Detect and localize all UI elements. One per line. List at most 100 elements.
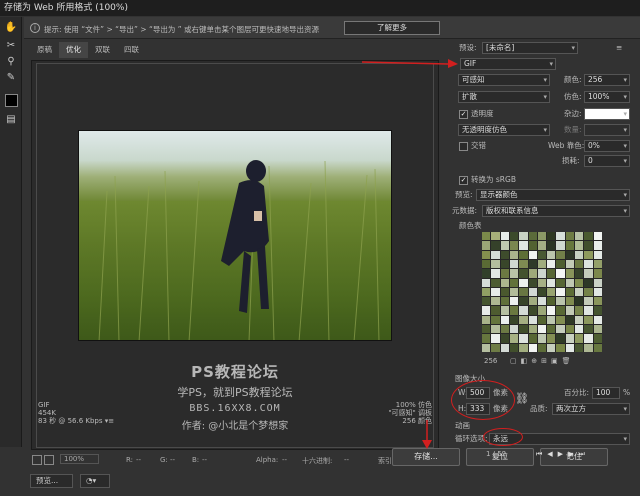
color-table-swatch[interactable] bbox=[500, 259, 509, 269]
color-table-swatch[interactable] bbox=[491, 325, 500, 334]
color-table-swatch[interactable] bbox=[500, 306, 509, 315]
color-table-swatch[interactable] bbox=[575, 287, 584, 297]
color-table-swatch[interactable] bbox=[519, 269, 528, 278]
color-table-swatch[interactable] bbox=[575, 232, 584, 241]
color-table-swatch[interactable] bbox=[575, 306, 584, 315]
color-table-swatch[interactable] bbox=[584, 269, 593, 278]
color-table-swatch[interactable] bbox=[482, 315, 491, 325]
zoom-tool-icon[interactable]: ⚲ bbox=[4, 55, 18, 69]
color-table-swatch[interactable] bbox=[509, 241, 519, 250]
color-table-swatch[interactable] bbox=[593, 259, 602, 269]
color-table-swatch[interactable] bbox=[528, 297, 537, 306]
color-table-swatch[interactable] bbox=[556, 287, 565, 297]
zoom-select[interactable]: 100% bbox=[60, 454, 100, 464]
color-table-swatch[interactable] bbox=[593, 315, 602, 325]
zoom-out-icon[interactable] bbox=[32, 455, 42, 465]
color-table-swatch[interactable] bbox=[528, 325, 537, 334]
preview-in-browser-button[interactable]: 预览... bbox=[30, 474, 74, 488]
color-table-swatch[interactable] bbox=[565, 259, 575, 269]
color-table-swatch[interactable] bbox=[509, 287, 519, 297]
color-table-swatch[interactable] bbox=[500, 232, 509, 241]
color-table-swatch[interactable] bbox=[500, 297, 509, 306]
color-table-swatch[interactable] bbox=[584, 287, 593, 297]
color-table-swatch[interactable] bbox=[482, 287, 491, 297]
color-table-swatch[interactable] bbox=[509, 269, 519, 278]
convert-srgb-checkbox[interactable]: ✓ bbox=[459, 176, 468, 185]
color-table-swatch[interactable] bbox=[593, 325, 602, 334]
color-table-swatch[interactable] bbox=[519, 287, 528, 297]
download-speed-menu-icon[interactable]: ▾≡ bbox=[105, 417, 114, 425]
color-table-swatch[interactable] bbox=[528, 306, 537, 315]
dither-algorithm-select[interactable]: 扩散 bbox=[458, 91, 550, 103]
color-table-swatch[interactable] bbox=[509, 343, 519, 352]
color-table-swatch[interactable] bbox=[547, 325, 556, 334]
tab-original[interactable]: 原稿 bbox=[30, 42, 59, 58]
color-table-swatch[interactable] bbox=[547, 287, 556, 297]
color-table-swatch[interactable] bbox=[491, 269, 500, 278]
color-table-swatch[interactable] bbox=[491, 287, 500, 297]
color-table-swatch[interactable] bbox=[519, 315, 528, 325]
color-table-swatch[interactable] bbox=[575, 334, 584, 343]
color-table-swatch[interactable] bbox=[500, 269, 509, 278]
color-table-swatch[interactable] bbox=[593, 269, 602, 278]
color-table-swatch[interactable] bbox=[528, 259, 537, 269]
color-table-swatch[interactable] bbox=[584, 343, 593, 352]
color-table-swatch[interactable] bbox=[537, 269, 547, 278]
color-table-swatch[interactable] bbox=[537, 241, 547, 250]
color-table-swatch[interactable] bbox=[482, 241, 491, 250]
format-select[interactable]: GIF bbox=[460, 58, 556, 70]
interlaced-checkbox[interactable] bbox=[459, 142, 468, 151]
color-table-swatch[interactable] bbox=[528, 241, 537, 250]
color-table-swatch[interactable] bbox=[575, 343, 584, 352]
color-table-swatch[interactable] bbox=[500, 278, 509, 287]
percent-input[interactable]: 100 bbox=[592, 387, 620, 399]
color-table-swatch[interactable] bbox=[547, 306, 556, 315]
color-table-swatch[interactable] bbox=[491, 343, 500, 352]
color-table-swatch[interactable] bbox=[556, 250, 565, 259]
color-table-tools-icon[interactable]: ▢◧⊕⊞▣🗑 bbox=[510, 355, 574, 367]
animation-controls-icon[interactable]: ⏮◀▶▶⏭ bbox=[536, 448, 590, 460]
color-table-swatch[interactable] bbox=[547, 250, 556, 259]
color-table-swatch[interactable] bbox=[565, 287, 575, 297]
color-table-swatch[interactable] bbox=[593, 297, 602, 306]
color-table-swatch[interactable] bbox=[584, 297, 593, 306]
color-table-swatch[interactable] bbox=[547, 241, 556, 250]
color-table-swatch[interactable] bbox=[537, 232, 547, 241]
color-table-swatch[interactable] bbox=[509, 306, 519, 315]
color-table-swatch[interactable] bbox=[565, 325, 575, 334]
color-table-swatch[interactable] bbox=[547, 315, 556, 325]
color-table-swatch[interactable] bbox=[556, 269, 565, 278]
toggle-slices-icon[interactable]: ▤ bbox=[4, 113, 18, 127]
color-table-swatch[interactable] bbox=[584, 334, 593, 343]
color-table-swatch[interactable] bbox=[482, 334, 491, 343]
color-table-swatch[interactable] bbox=[482, 259, 491, 269]
color-table-swatch[interactable] bbox=[547, 334, 556, 343]
color-table-swatch[interactable] bbox=[537, 343, 547, 352]
color-table-swatch[interactable] bbox=[537, 334, 547, 343]
color-table-swatch[interactable] bbox=[537, 250, 547, 259]
color-table-swatch[interactable] bbox=[482, 269, 491, 278]
color-table-swatch[interactable] bbox=[575, 315, 584, 325]
zoom-in-icon[interactable] bbox=[44, 455, 54, 465]
color-table-swatch[interactable] bbox=[537, 259, 547, 269]
color-table-swatch[interactable] bbox=[556, 278, 565, 287]
browser-select-icon[interactable]: ◔▾ bbox=[80, 474, 110, 488]
color-table-swatch[interactable] bbox=[575, 278, 584, 287]
color-table-swatch[interactable] bbox=[528, 343, 537, 352]
color-table-swatch[interactable] bbox=[519, 325, 528, 334]
color-table-swatch[interactable] bbox=[509, 297, 519, 306]
color-table-swatch[interactable] bbox=[593, 278, 602, 287]
color-table-swatch[interactable] bbox=[565, 334, 575, 343]
color-table-swatch[interactable] bbox=[491, 297, 500, 306]
color-table-swatch[interactable] bbox=[482, 278, 491, 287]
amount-select[interactable] bbox=[584, 124, 630, 136]
color-table-swatch[interactable] bbox=[528, 278, 537, 287]
color-table-swatch[interactable] bbox=[509, 232, 519, 241]
color-table-swatch[interactable] bbox=[491, 306, 500, 315]
color-table-swatch[interactable] bbox=[547, 269, 556, 278]
color-table-swatch[interactable] bbox=[556, 306, 565, 315]
color-table-swatch[interactable] bbox=[584, 278, 593, 287]
tab-optimized[interactable]: 优化 bbox=[59, 42, 88, 58]
color-table-swatch[interactable] bbox=[500, 287, 509, 297]
color-table-swatch[interactable] bbox=[491, 259, 500, 269]
